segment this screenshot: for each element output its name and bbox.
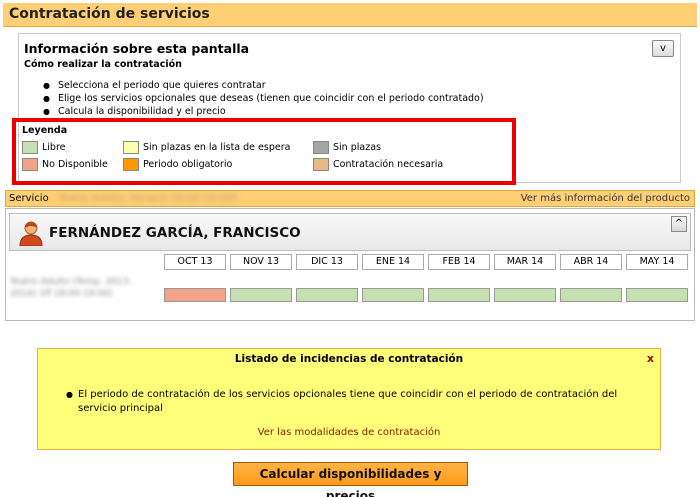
month-cell[interactable] [428,288,490,302]
swatch-contratacion-necesaria [313,158,329,171]
month-header: MAY 14 [626,254,688,270]
close-icon[interactable]: x [647,352,654,365]
legend-item-contratacion-necesaria: Contratación necesaria [313,158,443,171]
title-bar: Contratación de servicios [3,3,697,27]
service-label: Servicio [9,193,49,204]
month-cell[interactable] [230,288,292,302]
info-step: Elige los servicios opcionales que desea… [43,92,484,105]
person-header: FERNÁNDEZ GARCÍA, FRANCISCO ^ [9,213,691,251]
legend: Leyenda Libre Sin plazas en la lista de … [22,125,502,171]
legend-label: No Disponible [42,159,108,170]
month-header: DIC 13 [296,254,358,270]
legend-label: Contratación necesaria [333,159,444,170]
info-step: Selecciona el periodo que quieres contra… [43,79,484,92]
legend-title: Leyenda [22,125,68,136]
collapse-info-button[interactable]: v [652,40,674,57]
person-panel: FERNÁNDEZ GARCÍA, FRANCISCO ^ Teatro Adu… [5,208,695,321]
swatch-sin-plazas [313,141,329,154]
more-info-link[interactable]: Ver más información del producto [521,193,690,204]
month-header: ABR 14 [560,254,622,270]
service-row-label: Teatro Adulto (Temp. 2013-2014) 1ff 18:0… [10,277,132,299]
swatch-libre [22,141,38,154]
month-header: OCT 13 [164,254,226,270]
legend-label: Periodo obligatorio [143,159,233,170]
month-cell[interactable] [362,288,424,302]
month-header: NOV 13 [230,254,292,270]
info-steps-list: Selecciona el periodo que quieres contra… [43,79,484,118]
legend-label: Libre [42,142,66,153]
legend-label: Sin plazas [333,142,381,153]
month-cell[interactable] [560,288,622,302]
legend-item-libre: Libre [22,141,66,154]
incidence-message: El periodo de contratación de los servic… [66,388,626,416]
month-cell[interactable] [164,288,226,302]
info-title: Información sobre esta pantalla [24,41,250,56]
month-header: ENE 14 [362,254,424,270]
month-header: FEB 14 [428,254,490,270]
month-cell[interactable] [626,288,688,302]
swatch-no-disponible [22,158,38,171]
page-title: Contratación de servicios [9,6,210,22]
info-step: Calcula la disponibilidad y el precio [43,105,484,118]
incidences-panel: Listado de incidencias de contratación x… [37,348,661,450]
service-name: Teatro Adulto, Horario 18:00-19:00h [58,193,238,204]
user-icon [19,221,43,246]
service-bar: Servicio Teatro Adulto, Horario 18:00-19… [5,190,695,207]
legend-item-periodo-obligatorio: Periodo obligatorio [123,158,232,171]
legend-label: Sin plazas en la lista de espera [143,142,291,153]
month-cell[interactable] [494,288,556,302]
person-name: FERNÁNDEZ GARCÍA, FRANCISCO [49,225,301,241]
calculate-button[interactable]: Calcular disponibilidades y precios [233,462,468,497]
contract-modes-link[interactable]: Ver las modalidades de contratación [38,427,660,438]
swatch-periodo-obligatorio [123,158,139,171]
month-cell[interactable] [296,288,358,302]
legend-item-sin-plazas-lista-espera: Sin plazas en la lista de espera [123,141,290,154]
legend-item-sin-plazas: Sin plazas [313,141,381,154]
collapse-person-button[interactable]: ^ [671,216,687,232]
legend-item-no-disponible: No Disponible [22,158,108,171]
month-header: MAR 14 [494,254,556,270]
swatch-sin-plazas-lista-espera [123,141,139,154]
info-subtitle: Cómo realizar la contratación [24,59,182,70]
incidences-title: Listado de incidencias de contratación [234,353,464,365]
